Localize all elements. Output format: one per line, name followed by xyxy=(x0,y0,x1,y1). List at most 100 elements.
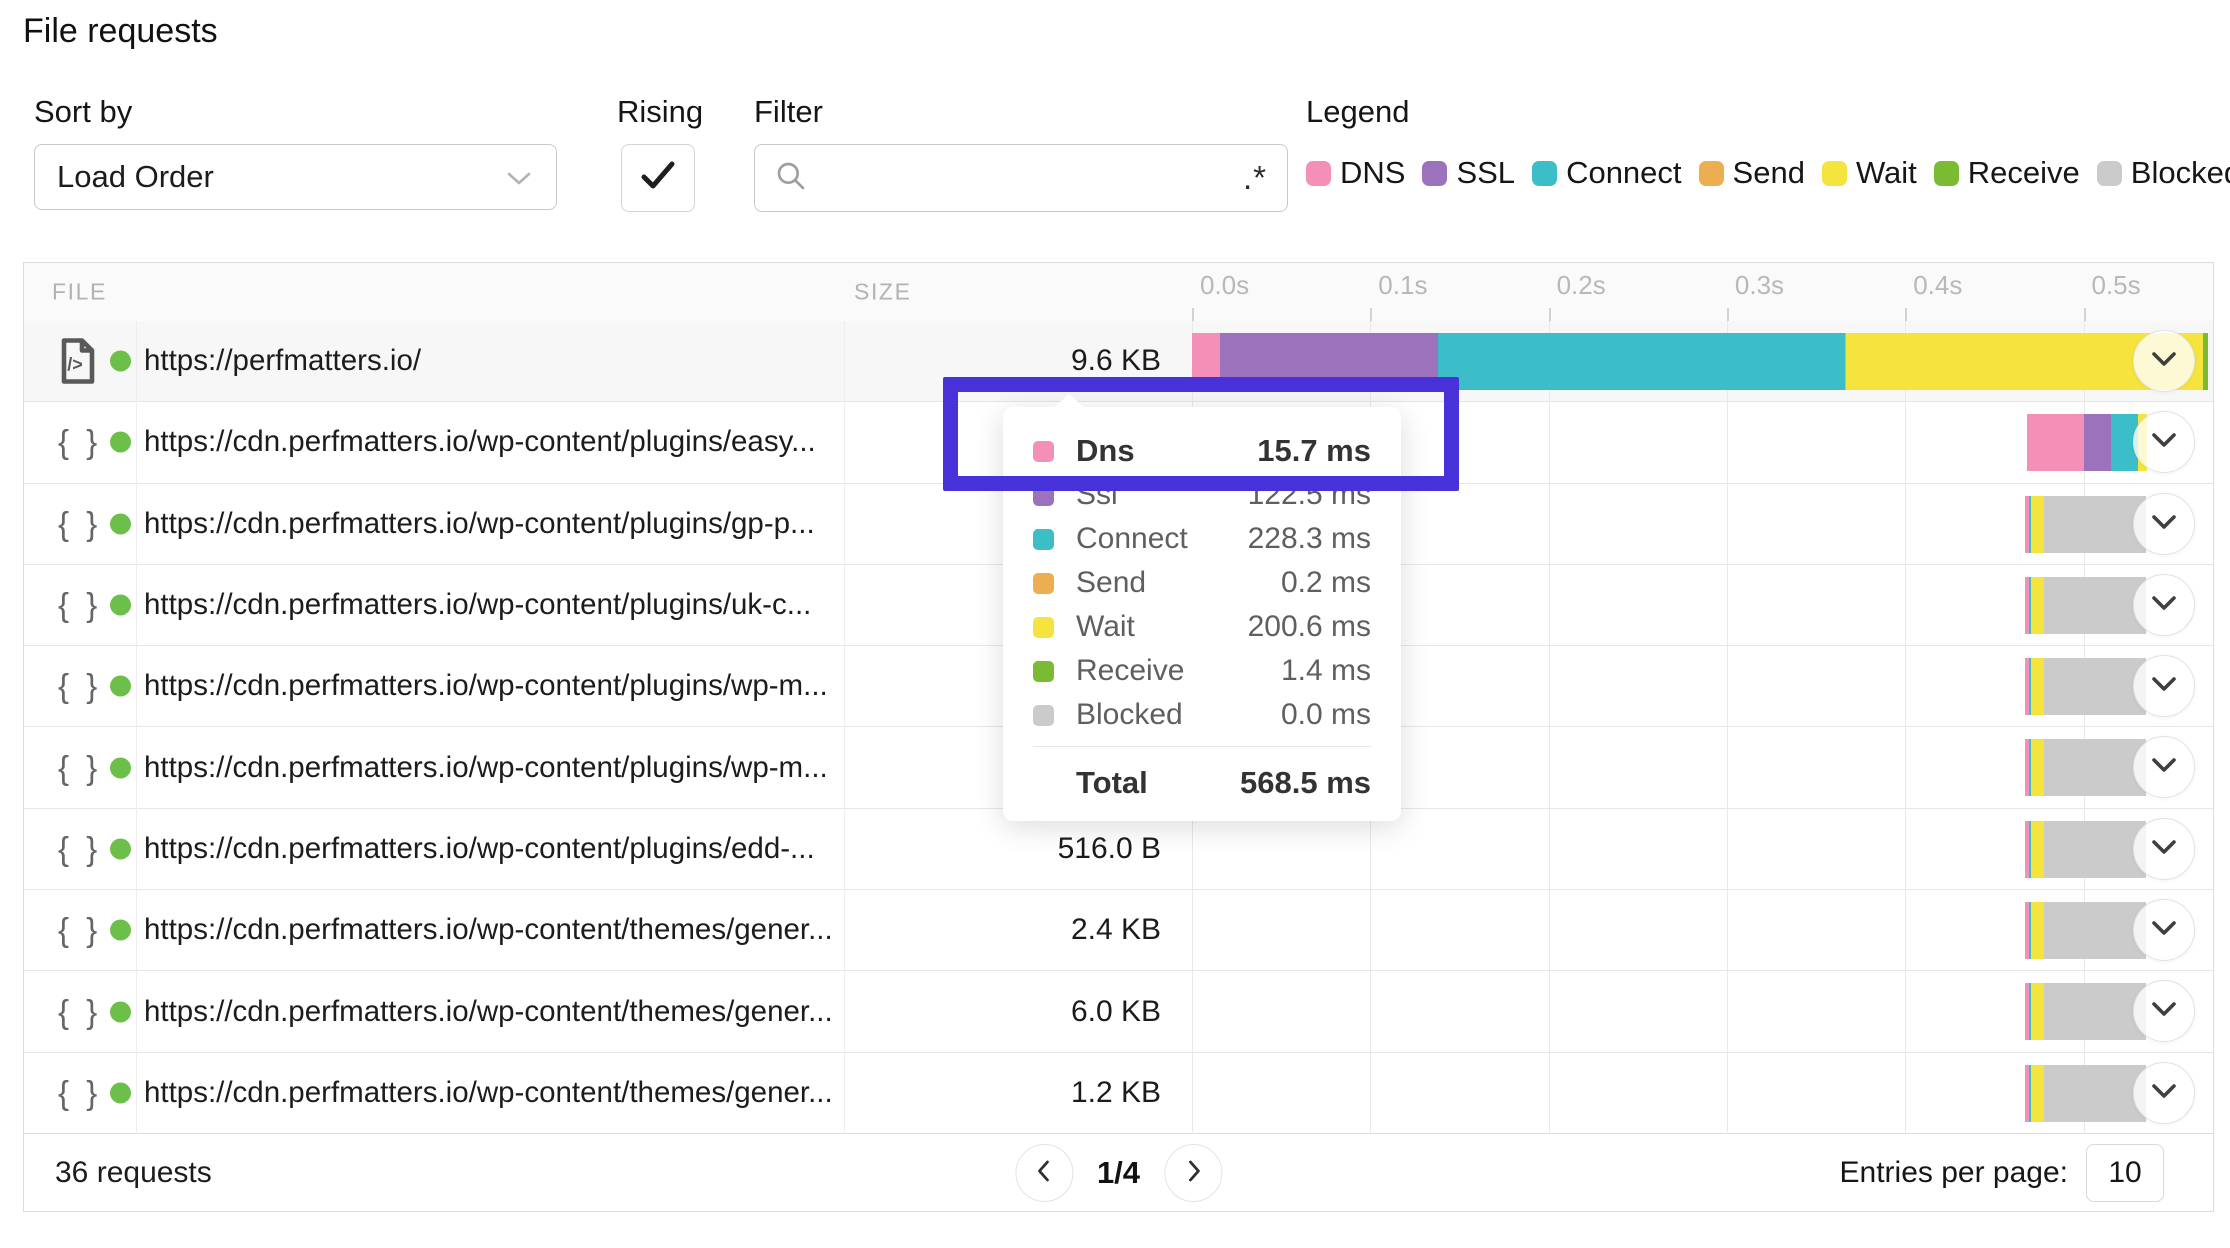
ssl-swatch-icon xyxy=(1422,161,1447,186)
status-dot-icon xyxy=(110,838,131,859)
legend-item-wait: Wait xyxy=(1822,155,1917,191)
send-swatch-icon xyxy=(1699,161,1724,186)
expand-row-button[interactable] xyxy=(2133,818,2195,880)
tooltip-phase-label: Blocked xyxy=(1076,698,1281,732)
tooltip-total-label: Total xyxy=(1076,765,1240,801)
status-dot-icon xyxy=(110,1083,131,1104)
expand-row-button[interactable] xyxy=(2133,655,2195,717)
tooltip-phase-value: 0.2 ms xyxy=(1281,566,1371,600)
legend: DNSSSLConnectSendWaitReceiveBlocked xyxy=(1306,150,2230,196)
braces-icon: { } xyxy=(58,1074,101,1112)
legend-item-label: Wait xyxy=(1856,155,1917,191)
tooltip-total-value: 568.5 ms xyxy=(1240,765,1371,801)
timing-tooltip: Dns15.7 msSsl122.5 msConnect228.3 msSend… xyxy=(1003,407,1401,821)
timeline-tick-label: 0.4s xyxy=(1913,270,1962,301)
bar-segment-wait xyxy=(2031,577,2044,634)
file-url: https://cdn.perfmatters.io/wp-content/pl… xyxy=(144,588,811,622)
connect-swatch-icon xyxy=(1532,161,1557,186)
rising-checkbox[interactable] xyxy=(621,144,695,212)
entries-per-page-label: Entries per page: xyxy=(1840,1156,2068,1190)
bar-segment-dns xyxy=(1192,333,1220,390)
table-row[interactable]: />https://perfmatters.io/9.6 KB xyxy=(24,321,2213,402)
tooltip-phase-value: 228.3 ms xyxy=(1248,522,1371,556)
file-size: 9.6 KB xyxy=(1071,344,1161,378)
file-url: https://cdn.perfmatters.io/wp-content/pl… xyxy=(144,425,816,459)
status-dot-icon xyxy=(110,513,131,534)
tooltip-phase-value: 122.5 ms xyxy=(1248,478,1371,512)
legend-item-dns: DNS xyxy=(1306,155,1405,191)
file-size: 1.2 KB xyxy=(1071,1076,1161,1110)
tooltip-phase-value: 15.7 ms xyxy=(1257,433,1371,469)
wait-swatch-icon xyxy=(1822,161,1847,186)
bar-segment-blocked xyxy=(2044,739,2146,796)
expand-row-button[interactable] xyxy=(2133,411,2195,473)
chevron-down-icon xyxy=(2151,514,2177,534)
filter-text-input[interactable] xyxy=(821,160,1229,196)
table-header: FILE SIZE 0.0s0.1s0.2s0.3s0.4s0.5s xyxy=(24,263,2213,322)
blocked-swatch-icon xyxy=(1033,705,1054,726)
expand-row-button[interactable] xyxy=(2133,980,2195,1042)
checkmark-icon xyxy=(637,159,679,198)
status-dot-icon xyxy=(110,1001,131,1022)
bar-segment-blocked xyxy=(2044,1065,2146,1122)
document-icon: /> xyxy=(58,338,98,385)
file-size: 6.0 KB xyxy=(1071,995,1161,1029)
braces-icon: { } xyxy=(58,993,101,1031)
timeline-tick-label: 0.1s xyxy=(1378,270,1427,301)
chevron-down-icon xyxy=(2151,432,2177,452)
prev-page-button[interactable] xyxy=(1015,1144,1073,1202)
bar-segment-wait xyxy=(2031,496,2044,553)
bar-segment-dns xyxy=(2027,414,2084,471)
column-header-size: SIZE xyxy=(854,279,912,306)
chevron-down-icon xyxy=(2151,920,2177,940)
table-row[interactable]: { } https://cdn.perfmatters.io/wp-content… xyxy=(24,971,2213,1052)
table-row[interactable]: { } https://cdn.perfmatters.io/wp-content… xyxy=(24,890,2213,971)
bar-segment-ssl xyxy=(2084,414,2111,471)
entries-per-page-value[interactable]: 10 xyxy=(2086,1144,2164,1202)
braces-icon: { } xyxy=(58,505,101,543)
page-indicator: 1/4 xyxy=(1097,1155,1140,1191)
expand-row-button[interactable] xyxy=(2133,899,2195,961)
status-dot-icon xyxy=(110,757,131,778)
tooltip-rows: Dns15.7 msSsl122.5 msConnect228.3 msSend… xyxy=(1033,429,1371,737)
expand-row-button[interactable] xyxy=(2133,1062,2195,1124)
legend-item-connect: Connect xyxy=(1532,155,1681,191)
file-url: https://cdn.perfmatters.io/wp-content/th… xyxy=(144,1076,833,1110)
expand-row-button[interactable] xyxy=(2133,736,2195,798)
bar-segment-blocked xyxy=(2044,577,2146,634)
braces-icon: { } xyxy=(58,830,101,868)
legend-item-label: Connect xyxy=(1566,155,1681,191)
search-icon xyxy=(775,160,807,197)
table-row[interactable]: { } https://cdn.perfmatters.io/wp-content… xyxy=(24,1053,2213,1134)
sort-by-select[interactable]: Load Order xyxy=(34,144,557,210)
status-dot-icon xyxy=(110,595,131,616)
regex-toggle[interactable]: .* xyxy=(1243,159,1267,197)
tooltip-row-blocked: Blocked0.0 ms xyxy=(1033,693,1371,737)
tooltip-phase-label: Receive xyxy=(1076,654,1281,688)
legend-item-blocked: Blocked xyxy=(2097,155,2230,191)
next-page-button[interactable] xyxy=(1164,1144,1222,1202)
connect-swatch-icon xyxy=(1033,529,1054,550)
braces-icon: { } xyxy=(58,667,101,705)
expand-row-button[interactable] xyxy=(2133,493,2195,555)
tooltip-phase-value: 0.0 ms xyxy=(1281,698,1371,732)
legend-item-label: DNS xyxy=(1340,155,1405,191)
filter-input-box[interactable]: .* xyxy=(754,144,1288,212)
chevron-left-icon xyxy=(1033,1158,1055,1187)
receive-swatch-icon xyxy=(1934,161,1959,186)
file-url: https://cdn.perfmatters.io/wp-content/th… xyxy=(144,913,833,947)
file-url: https://cdn.perfmatters.io/wp-content/pl… xyxy=(144,507,815,541)
tooltip-total-row: Total 568.5 ms xyxy=(1033,746,1371,805)
tooltip-phase-label: Dns xyxy=(1076,433,1257,469)
chevron-down-icon xyxy=(2151,676,2177,696)
braces-icon: { } xyxy=(58,911,101,949)
legend-item-label: Send xyxy=(1733,155,1805,191)
expand-row-button[interactable] xyxy=(2133,330,2195,392)
tooltip-phase-value: 200.6 ms xyxy=(1248,610,1371,644)
timeline-tick-label: 0.3s xyxy=(1735,270,1784,301)
chevron-down-icon xyxy=(2151,1001,2177,1021)
file-url: https://cdn.perfmatters.io/wp-content/th… xyxy=(144,995,833,1029)
timeline-tick-label: 0.2s xyxy=(1557,270,1606,301)
page-title: File requests xyxy=(23,12,218,51)
expand-row-button[interactable] xyxy=(2133,574,2195,636)
